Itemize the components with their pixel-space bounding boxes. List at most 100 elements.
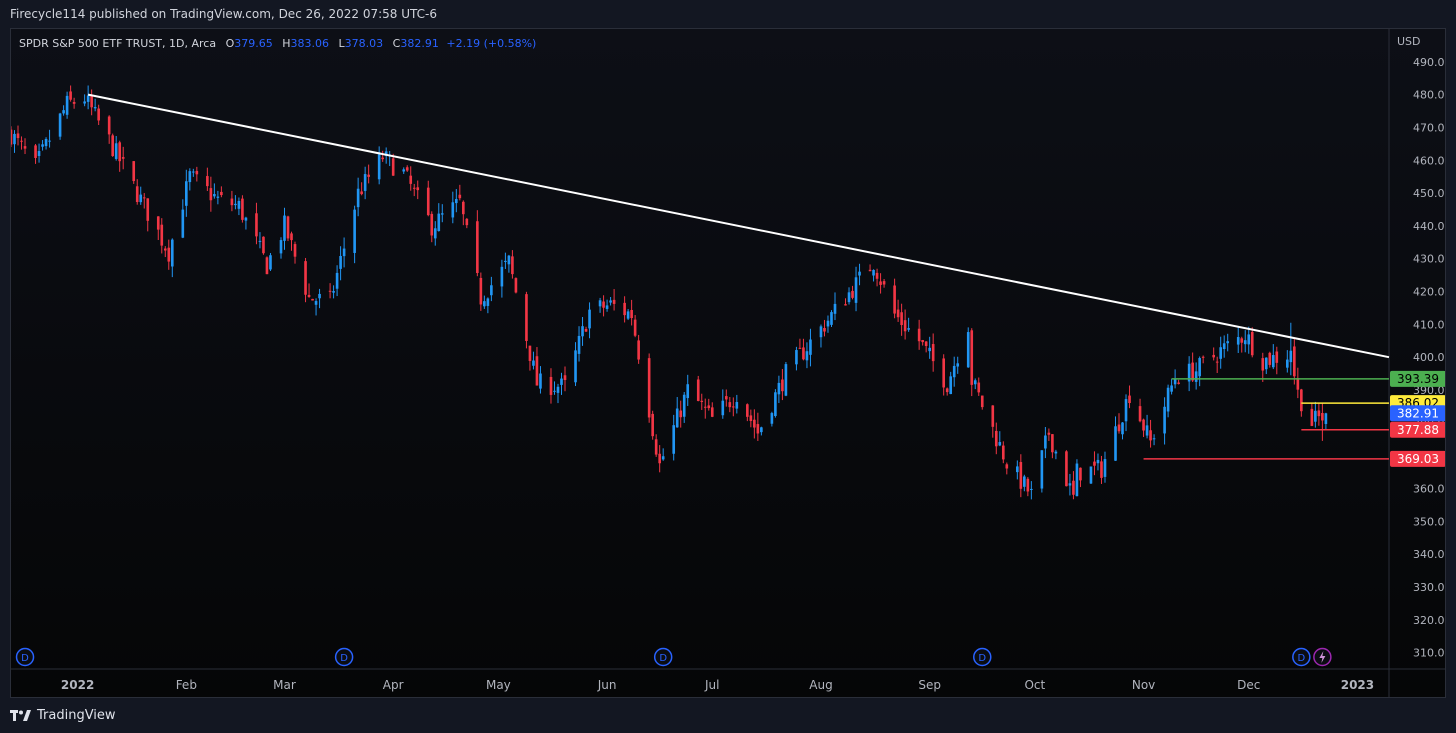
candle-body xyxy=(1044,435,1047,449)
candle-body xyxy=(118,142,122,162)
candle-body xyxy=(367,174,370,177)
publisher-info: Firecycle114 published on TradingView.co… xyxy=(10,7,438,21)
x-tick-label: Aug xyxy=(809,678,832,692)
candle-body xyxy=(1271,355,1275,368)
candle-body xyxy=(58,113,62,137)
candle-body xyxy=(114,143,118,159)
price-chart[interactable]: USD310.0320.0330.0340.0350.0360.0370.038… xyxy=(11,29,1446,698)
candle-body xyxy=(654,439,658,455)
x-tick-label: Dec xyxy=(1237,678,1260,692)
candle-body xyxy=(917,328,921,342)
candle-body xyxy=(746,404,749,417)
low-value: 378.03 xyxy=(344,37,384,50)
candle-body xyxy=(581,326,584,337)
candle-body xyxy=(753,419,756,428)
candle-body xyxy=(1030,488,1033,490)
candle-body xyxy=(731,406,735,408)
candle-body xyxy=(170,239,174,267)
candle-body xyxy=(440,213,444,215)
candle-body xyxy=(1191,362,1194,381)
candle-body xyxy=(360,191,363,195)
chart-panel[interactable]: USD310.0320.0330.0340.0350.0360.0370.038… xyxy=(10,28,1446,698)
candle-body xyxy=(304,261,307,295)
candle-body xyxy=(391,158,395,176)
candle-body xyxy=(1275,351,1279,363)
candle-body xyxy=(135,186,139,203)
candle-body xyxy=(41,144,44,147)
candle-body xyxy=(416,187,420,191)
candle-body xyxy=(451,202,455,218)
candle-body xyxy=(1051,434,1054,453)
candle-body xyxy=(1117,424,1121,432)
candle-body xyxy=(1198,358,1201,377)
candle-body xyxy=(1324,413,1328,424)
candle-body xyxy=(682,394,686,417)
candle-body xyxy=(412,187,416,189)
candle-body xyxy=(454,199,458,204)
y-tick-label: 450.0 xyxy=(1413,187,1445,200)
candle-body xyxy=(16,133,20,139)
candle-body xyxy=(1314,410,1317,422)
candle-body xyxy=(307,294,311,297)
candle-body xyxy=(798,347,802,349)
candle-body xyxy=(830,312,833,325)
candle-body xyxy=(283,215,286,241)
candle-body xyxy=(1170,385,1173,392)
y-tick-label: 430.0 xyxy=(1413,253,1445,266)
candle-body xyxy=(65,95,69,115)
candle-body xyxy=(465,218,469,226)
candle-body xyxy=(623,302,626,316)
candle-body xyxy=(532,360,535,366)
candle-body xyxy=(156,216,160,230)
candle-body xyxy=(11,129,13,145)
candle-body xyxy=(86,95,90,102)
candle-body xyxy=(1089,466,1093,484)
candle-body xyxy=(1286,359,1289,368)
candle-body xyxy=(381,157,384,160)
candle-body xyxy=(879,281,882,285)
candle-body xyxy=(921,340,924,343)
candle-body xyxy=(928,347,931,352)
candle-body xyxy=(377,154,381,180)
candle-body xyxy=(220,191,223,196)
candle-body xyxy=(258,240,262,242)
candle-body xyxy=(139,194,143,203)
candle-body xyxy=(426,187,430,216)
candle-body xyxy=(188,171,192,183)
candle-body xyxy=(1065,451,1068,487)
candle-body xyxy=(1075,463,1079,497)
candle-body xyxy=(770,413,774,424)
candle-body xyxy=(858,271,861,276)
candle-body xyxy=(749,415,753,421)
candle-body xyxy=(209,188,213,201)
candle-body xyxy=(1103,459,1107,477)
candle-body xyxy=(721,400,725,416)
candle-body xyxy=(994,430,998,447)
candle-body xyxy=(777,382,781,395)
candle-body xyxy=(44,138,48,147)
candle-body xyxy=(998,442,1002,446)
candle-body xyxy=(560,378,563,385)
candle-body xyxy=(1268,352,1272,365)
candle-body xyxy=(679,410,683,418)
tradingview-logo[interactable]: TradingView xyxy=(10,708,116,723)
candle-body xyxy=(237,200,241,209)
open-value: 379.65 xyxy=(234,37,273,50)
candle-body xyxy=(1005,464,1009,469)
candle-body xyxy=(1310,408,1314,426)
dividend-marker-label: D xyxy=(340,653,348,664)
x-tick-label: Jun xyxy=(597,678,617,692)
candle-body xyxy=(1296,377,1300,390)
candle-body xyxy=(37,151,41,156)
y-tick-label: 440.0 xyxy=(1413,220,1445,233)
candle-body xyxy=(1173,379,1177,385)
candle-body xyxy=(1300,389,1303,412)
candle-body xyxy=(83,101,86,104)
candle-body xyxy=(1138,406,1142,422)
candle-body xyxy=(805,351,809,361)
candle-body xyxy=(637,340,640,360)
y-tick-label: 410.0 xyxy=(1413,318,1445,331)
candle-body xyxy=(356,188,360,208)
candle-body xyxy=(847,292,851,303)
tradingview-brand: TradingView xyxy=(37,708,116,723)
